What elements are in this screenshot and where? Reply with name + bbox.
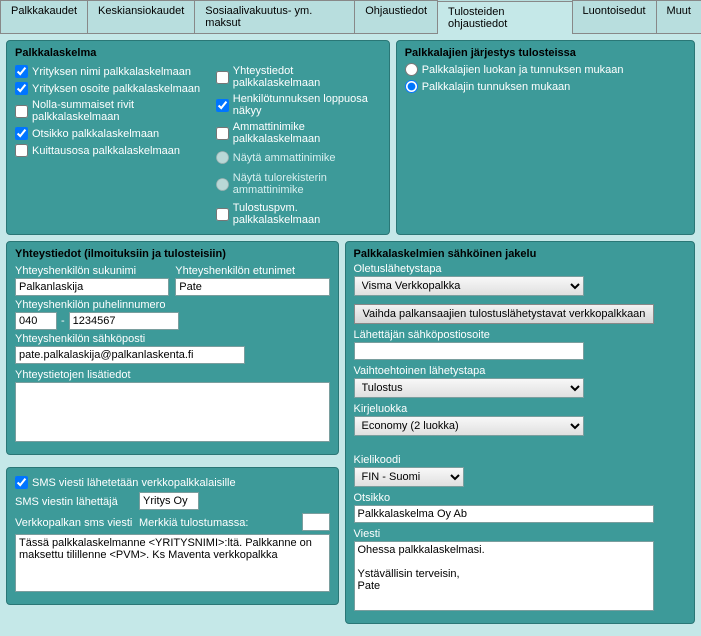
tab-tulosteiden-ohjaustiedot[interactable]: Tulosteiden ohjaustiedot [437, 1, 573, 34]
tab-bar: Palkkakaudet Keskiansiokaudet Sosiaaliva… [0, 0, 701, 34]
rad-luokan-tunnuksen[interactable]: Palkkalajien luokan ja tunnuksen mukaan [405, 63, 686, 76]
tab-muut[interactable]: Muut [656, 0, 701, 33]
chk-ammattinimike[interactable]: Ammattinimike palkkalaskelmaan [216, 121, 381, 145]
input-sms-sender[interactable] [139, 492, 199, 510]
input-sahkoposti[interactable] [15, 346, 245, 364]
label-viesti: Viesti [354, 528, 687, 540]
panel-jarjestys: Palkkalajien järjestys tulosteissa Palkk… [396, 40, 695, 235]
panel-palkkalaskelma: Palkkalaskelma Yrityksen nimi palkkalask… [6, 40, 390, 235]
textarea-viesti[interactable]: Ohessa palkkalaskelmasi. Ystävällisin te… [354, 541, 654, 611]
select-oletus[interactable]: Visma Verkkopalkka [354, 276, 584, 296]
textarea-sms-msg[interactable]: Tässä palkkalaskelmanne <YRITYSNIMI>:ltä… [15, 534, 330, 592]
label-vaihtoehtoinen: Vaihtoehtoinen lähetystapa [354, 365, 687, 377]
panel-sahkoinen-jakelu: Palkkalaskelmien sähköinen jakelu Oletus… [345, 241, 696, 624]
select-kirjeluokka[interactable]: Economy (2 luokka) [354, 416, 584, 436]
label-kielikoodi: Kielikoodi [354, 454, 687, 466]
panel-sms: SMS viesti lähetetään verkkopalkkalaisil… [6, 467, 339, 605]
chk-kuittausosa[interactable]: Kuittausosa palkkalaskelmaan [15, 144, 202, 157]
rad-tunnuksen[interactable]: Palkkalajin tunnuksen mukaan [405, 80, 686, 93]
select-vaihtoehtoinen[interactable]: Tulostus [354, 378, 584, 398]
chk-yritys-nimi[interactable]: Yrityksen nimi palkkalaskelmaan [15, 65, 202, 78]
chk-nolla-summaiset[interactable]: Nolla-summaiset rivit palkkalaskelmaan [15, 99, 202, 123]
input-puhelin-number[interactable] [69, 312, 179, 330]
label-kirjeluokka: Kirjeluokka [354, 403, 687, 415]
rad-nayta-tulorekisteri: Näytä tulorekisterin ammattinimike [216, 172, 381, 196]
label-lahettaja-email: Lähettäjän sähköpostiosoite [354, 329, 687, 341]
label-sms-msg: Verkkopalkan sms viesti [15, 517, 135, 529]
label-lisatiedot: Yhteystietojen lisätiedot [15, 369, 330, 381]
chk-tulostuspvm[interactable]: Tulostuspvm. palkkalaskelmaan [216, 202, 381, 226]
chk-yritys-osoite[interactable]: Yrityksen osoite palkkalaskelmaan [15, 82, 202, 95]
input-sukunimi[interactable] [15, 278, 169, 296]
input-lahettaja-email[interactable] [354, 342, 584, 360]
chk-henkilotunnus[interactable]: Henkilötunnuksen loppuosa näkyy [216, 93, 381, 117]
chk-otsikko[interactable]: Otsikko palkkalaskelmaan [15, 127, 202, 140]
label-etunimet: Yhteyshenkilön etunimet [175, 265, 329, 277]
tab-ohjaustiedot[interactable]: Ohjaustiedot [354, 0, 438, 33]
tab-palkkakaudet[interactable]: Palkkakaudet [0, 0, 88, 33]
rad-nayta-ammattinimike: Näytä ammattinimike [216, 151, 381, 164]
label-sms-sender: SMS viestin lähettäjä [15, 496, 135, 508]
input-puhelin-prefix[interactable] [15, 312, 57, 330]
panel-title-jarjestys: Palkkalajien järjestys tulosteissa [405, 47, 686, 59]
panel-title-palkkalaskelma: Palkkalaskelma [15, 47, 381, 59]
btn-vaihda-lahetystavat[interactable]: Vaihda palkansaajien tulostuslähetystava… [354, 304, 655, 324]
chk-sms-send[interactable]: SMS viesti lähetetään verkkopalkkalaisil… [15, 476, 330, 489]
label-puhelin: Yhteyshenkilön puhelinnumero [15, 299, 330, 311]
chk-yhteystiedot[interactable]: Yhteystiedot palkkalaskelmaan [216, 65, 381, 89]
tab-sosiaalivakuutus[interactable]: Sosiaalivakuutus- ym. maksut [194, 0, 355, 33]
label-sukunimi: Yhteyshenkilön sukunimi [15, 265, 169, 277]
label-otsikko: Otsikko [354, 492, 687, 504]
tab-keskiansiokaudet[interactable]: Keskiansiokaudet [87, 0, 195, 33]
label-sahkoposti: Yhteyshenkilön sähköposti [15, 333, 330, 345]
input-otsikko[interactable] [354, 505, 654, 523]
input-merkkia[interactable] [302, 513, 330, 531]
panel-title-sahkoinen: Palkkalaskelmien sähköinen jakelu [354, 248, 687, 260]
select-kielikoodi[interactable]: FIN - Suomi [354, 467, 464, 487]
label-oletus: Oletuslähetystapa [354, 263, 687, 275]
label-dash: - [61, 315, 65, 327]
input-etunimet[interactable] [175, 278, 329, 296]
label-merkkia: Merkkiä tulostumassa: [139, 517, 298, 529]
tab-luontoisedut[interactable]: Luontoisedut [572, 0, 657, 33]
panel-yhteystiedot: Yhteystiedot (ilmoituksiin ja tulosteisi… [6, 241, 339, 455]
textarea-lisatiedot[interactable] [15, 382, 330, 442]
panel-title-yhteystiedot: Yhteystiedot (ilmoituksiin ja tulosteisi… [15, 248, 330, 260]
